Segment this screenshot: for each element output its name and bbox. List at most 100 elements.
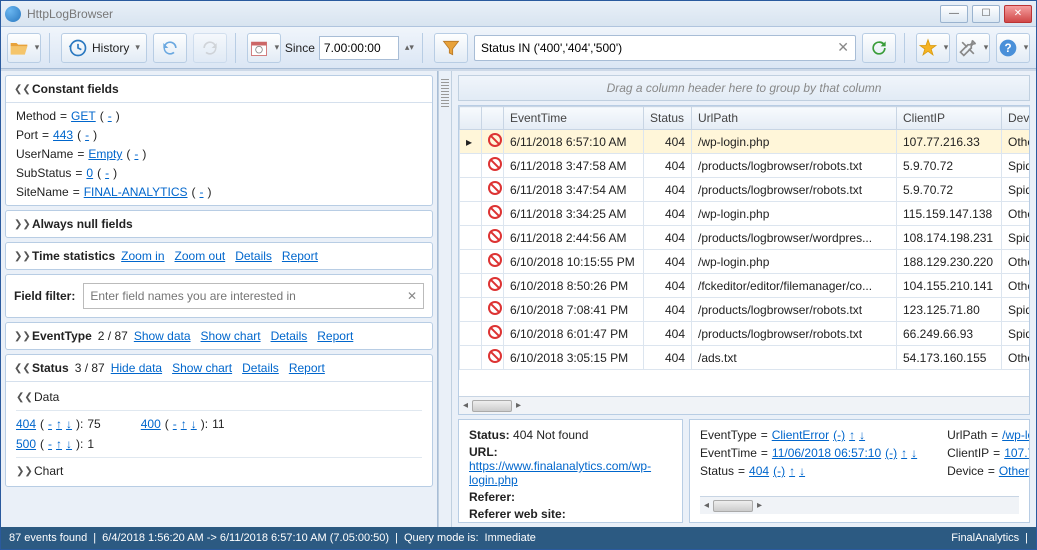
remove-link[interactable]: - (134, 147, 138, 161)
detail-field-value[interactable]: /wp-login.ph (1002, 428, 1030, 442)
sort-down-link[interactable]: ↓ (799, 464, 805, 478)
refresh-button[interactable] (862, 33, 896, 63)
open-button[interactable]: ▾ (7, 33, 41, 63)
remove-link[interactable]: - (108, 109, 112, 123)
redo-button[interactable] (193, 33, 227, 63)
clear-field-filter[interactable]: ✕ (407, 289, 417, 303)
grid-hscroll[interactable]: ◂▸ (459, 396, 1029, 414)
detail-field-value[interactable]: 107.77.216.33 (1004, 446, 1030, 460)
sort-up-link[interactable]: ↑ (56, 417, 62, 431)
field-value-link[interactable]: 443 (53, 128, 73, 142)
report-link[interactable]: Report (317, 329, 353, 343)
table-row[interactable]: 6/10/2018 3:05:15 PM 404 /ads.txt 54.173… (460, 346, 1030, 370)
remove-link[interactable]: (-) (885, 446, 897, 460)
column-header[interactable] (460, 107, 482, 130)
report-link[interactable]: Report (289, 361, 325, 375)
column-header[interactable]: EventTime (504, 107, 644, 130)
column-header[interactable]: Status (644, 107, 692, 130)
zoom-in-link[interactable]: Zoom in (121, 249, 164, 263)
constant-fields-header[interactable]: ❮❮ Constant fields (6, 76, 432, 103)
status-code-link[interactable]: 404 (16, 417, 36, 431)
sort-up-link[interactable]: ↑ (789, 464, 795, 478)
detail-field-value[interactable]: 11/06/2018 06:57:10 (772, 446, 881, 460)
sort-down-link[interactable]: ↓ (66, 437, 72, 451)
remove-link[interactable]: - (48, 417, 52, 431)
field-value-link[interactable]: 0 (86, 166, 93, 180)
table-row[interactable]: 6/10/2018 6:01:47 PM 404 /products/logbr… (460, 322, 1030, 346)
minimize-button[interactable]: — (940, 5, 968, 23)
table-row[interactable]: ▸ 6/11/2018 6:57:10 AM 404 /wp-login.php… (460, 130, 1030, 154)
maximize-button[interactable]: ☐ (972, 5, 1000, 23)
field-value-link[interactable]: FINAL-ANALYTICS (84, 185, 188, 199)
since-input[interactable] (319, 36, 399, 60)
field-value-link[interactable]: Empty (88, 147, 122, 161)
remove-link[interactable]: - (200, 185, 204, 199)
remove-link[interactable]: - (173, 417, 177, 431)
show-chart-link[interactable]: Show chart (172, 361, 232, 375)
sort-up-link[interactable]: ↑ (181, 417, 187, 431)
table-row[interactable]: 6/11/2018 2:44:56 AM 404 /products/logbr… (460, 226, 1030, 250)
table-row[interactable]: 6/11/2018 3:34:25 AM 404 /wp-login.php 1… (460, 202, 1030, 226)
status-code-link[interactable]: 400 (141, 417, 161, 431)
status-chart-subhead[interactable]: ❯❯ Chart (16, 462, 422, 480)
sort-down-link[interactable]: ↓ (191, 417, 197, 431)
undo-button[interactable] (153, 33, 187, 63)
column-header[interactable] (482, 107, 504, 130)
filter-text[interactable] (481, 41, 831, 55)
sort-down-link[interactable]: ↓ (911, 446, 917, 460)
table-row[interactable]: 6/11/2018 3:47:58 AM 404 /products/logbr… (460, 154, 1030, 178)
date-picker-button[interactable]: ▾ (247, 33, 281, 63)
favorites-button[interactable]: ▾ (916, 33, 950, 63)
remove-link[interactable]: - (48, 437, 52, 451)
filter-expression-input[interactable]: ✕ (474, 35, 856, 61)
details-link[interactable]: Details (235, 249, 272, 263)
status-icon-cell (482, 346, 504, 370)
field-filter-input-wrap[interactable]: ✕ (83, 283, 424, 309)
sort-down-link[interactable]: ↓ (66, 417, 72, 431)
field-filter-input[interactable] (90, 289, 407, 303)
time-stats-header[interactable]: ❯❯ Time statistics Zoom in Zoom out Deta… (6, 243, 432, 269)
table-row[interactable]: 6/10/2018 10:15:55 PM 404 /wp-login.php … (460, 250, 1030, 274)
group-by-hint[interactable]: Drag a column header here to group by th… (458, 75, 1030, 101)
zoom-out-link[interactable]: Zoom out (175, 249, 226, 263)
since-spinner[interactable]: ▴▾ (405, 44, 414, 51)
status-header[interactable]: ❮❮ Status 3 / 87 Hide data Show chart De… (6, 355, 432, 382)
close-button[interactable]: ✕ (1004, 5, 1032, 23)
sort-up-link[interactable]: ↑ (901, 446, 907, 460)
field-value-link[interactable]: GET (71, 109, 96, 123)
panel-resizer[interactable] (438, 71, 452, 527)
tools-button[interactable]: ▾ (956, 33, 990, 63)
history-button[interactable]: History ▾ (61, 33, 147, 63)
filter-funnel-button[interactable] (434, 33, 468, 63)
remove-link[interactable]: - (105, 166, 109, 180)
detail-field-value[interactable]: 404 (749, 464, 769, 478)
detail-field-value[interactable]: Other (999, 464, 1029, 478)
table-row[interactable]: 6/10/2018 7:08:41 PM 404 /products/logbr… (460, 298, 1030, 322)
report-link[interactable]: Report (282, 249, 318, 263)
sort-up-link[interactable]: ↑ (849, 428, 855, 442)
column-header[interactable]: Device (1002, 107, 1030, 130)
table-row[interactable]: 6/11/2018 3:47:54 AM 404 /products/logbr… (460, 178, 1030, 202)
sort-up-link[interactable]: ↑ (56, 437, 62, 451)
detail-url-link[interactable]: https://www.finalanalytics.com/wp-login.… (469, 459, 651, 487)
details-link[interactable]: Details (271, 329, 308, 343)
remove-link[interactable]: (-) (773, 464, 785, 478)
status-code-link[interactable]: 500 (16, 437, 36, 451)
remove-link[interactable]: (-) (833, 428, 845, 442)
details-link[interactable]: Details (242, 361, 279, 375)
column-header[interactable]: ClientIP (897, 107, 1002, 130)
help-button[interactable]: ? ▾ (996, 33, 1030, 63)
always-null-header[interactable]: ❯❯ Always null fields (6, 211, 432, 237)
show-chart-link[interactable]: Show chart (201, 329, 261, 343)
column-header[interactable]: UrlPath (692, 107, 897, 130)
table-row[interactable]: 6/10/2018 8:50:26 PM 404 /fckeditor/edit… (460, 274, 1030, 298)
detail-hscroll[interactable]: ◂▸ (700, 496, 1019, 514)
status-data-subhead[interactable]: ❮❮ Data (16, 388, 422, 406)
detail-field-value[interactable]: ClientError (772, 428, 829, 442)
clear-filter-button[interactable]: ✕ (837, 39, 849, 56)
eventtype-header[interactable]: ❯❯ EventType 2 / 87 Show data Show chart… (6, 323, 432, 349)
sort-down-link[interactable]: ↓ (859, 428, 865, 442)
show-data-link[interactable]: Show data (134, 329, 191, 343)
remove-link[interactable]: - (85, 128, 89, 142)
hide-data-link[interactable]: Hide data (111, 361, 162, 375)
